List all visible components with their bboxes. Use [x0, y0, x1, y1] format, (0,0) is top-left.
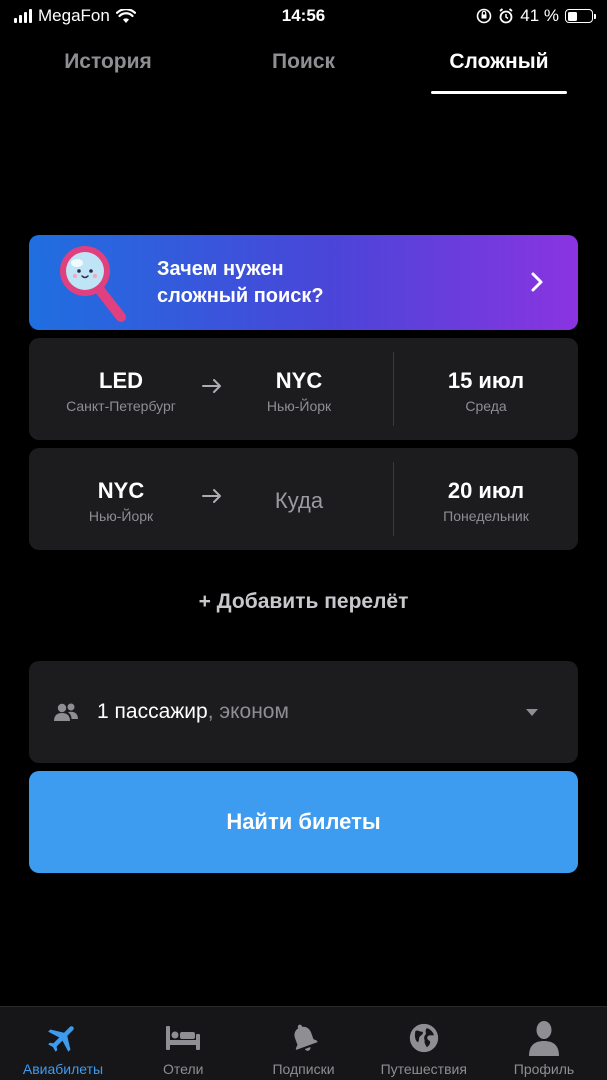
- signal-icon: [14, 9, 32, 23]
- promo-text: Зачем нужен сложный поиск?: [157, 256, 397, 310]
- passengers-summary: 1 пассажир, эконом: [97, 700, 289, 724]
- nav-label: Авиабилеты: [22, 1061, 104, 1077]
- battery-percent: 41 %: [520, 6, 559, 25]
- people-icon: [53, 702, 79, 722]
- departure-weekday: Среда: [465, 398, 507, 414]
- destination-code: NYC: [275, 368, 323, 393]
- flight-segment-1: LED Санкт-Петербург NYC Нью-Йорк 15 июл …: [29, 338, 578, 440]
- nav-flights[interactable]: Авиабилеты: [4, 1007, 122, 1080]
- tab-complex[interactable]: Сложный: [419, 38, 579, 94]
- departure-weekday: Понедельник: [443, 508, 529, 524]
- destination-name: Нью-Йорк: [266, 398, 332, 414]
- alarm-icon: [499, 8, 513, 24]
- origin-name: Нью-Йорк: [88, 508, 154, 524]
- cabin-class: , эконом: [207, 700, 289, 723]
- origin-name: Санкт-Петербург: [66, 398, 176, 414]
- wifi-icon: [115, 8, 136, 23]
- origin-field-1[interactable]: LED Санкт-Петербург: [46, 368, 196, 414]
- passengers-selector[interactable]: 1 пассажир, эконом: [29, 661, 578, 763]
- search-mode-tabs: История Поиск Сложный: [0, 38, 607, 94]
- arrow-right-icon: [202, 489, 221, 503]
- airplane-icon: [45, 1019, 81, 1057]
- magnifier-mascot-icon: [60, 245, 126, 322]
- carrier-name: MegaFon: [38, 6, 110, 25]
- destination-field-1[interactable]: NYC Нью-Йорк: [224, 368, 374, 414]
- date-field-2[interactable]: 20 июл Понедельник: [394, 478, 578, 524]
- destination-placeholder: Куда: [274, 488, 324, 513]
- departure-date: 15 июл: [447, 368, 525, 393]
- orientation-lock-icon: [476, 8, 492, 24]
- nav-profile[interactable]: Профиль: [485, 1007, 603, 1080]
- nav-hotels[interactable]: Отели: [124, 1007, 242, 1080]
- tab-history[interactable]: История: [28, 38, 188, 94]
- origin-field-2[interactable]: NYC Нью-Йорк: [46, 478, 196, 524]
- bell-icon: [287, 1019, 321, 1057]
- origin-code: LED: [99, 368, 143, 393]
- status-bar: MegaFon 14:56 41 %: [0, 0, 607, 32]
- promo-line-2: сложный поиск?: [157, 284, 324, 307]
- nav-subscriptions[interactable]: Подписки: [245, 1007, 363, 1080]
- add-flight-button[interactable]: + Добавить перелёт: [0, 590, 607, 614]
- globe-icon: [407, 1019, 441, 1057]
- flight-segment-2: NYC Нью-Йорк Куда 20 июл Понедельник: [29, 448, 578, 550]
- nav-label: Путешествия: [380, 1061, 467, 1077]
- nav-label: Отели: [163, 1061, 204, 1077]
- destination-field-2[interactable]: Куда: [224, 478, 374, 514]
- bed-icon: [164, 1019, 202, 1057]
- promo-line-1: Зачем нужен: [157, 257, 284, 280]
- battery-fill: [567, 11, 577, 21]
- status-right: 41 %: [476, 6, 596, 26]
- nav-label: Подписки: [272, 1061, 335, 1077]
- battery-icon: [565, 9, 596, 23]
- nav-label: Профиль: [513, 1061, 575, 1077]
- status-left: MegaFon: [14, 6, 136, 26]
- nav-travels[interactable]: Путешествия: [365, 1007, 483, 1080]
- chevron-right-icon: [531, 272, 543, 292]
- date-field-1[interactable]: 15 июл Среда: [394, 368, 578, 414]
- find-tickets-button[interactable]: Найти билеты: [29, 771, 578, 873]
- complex-search-promo-banner[interactable]: Зачем нужен сложный поиск?: [29, 235, 578, 330]
- origin-code: NYC: [97, 478, 145, 503]
- passenger-count: 1 пассажир: [97, 700, 208, 723]
- person-icon: [528, 1019, 560, 1057]
- caret-down-icon: [526, 709, 538, 716]
- bottom-navigation: Авиабилеты Отели Подписки Путешествия Пр…: [0, 1006, 607, 1080]
- arrow-right-icon: [202, 379, 221, 393]
- tab-search[interactable]: Поиск: [224, 38, 384, 94]
- departure-date: 20 июл: [447, 478, 525, 503]
